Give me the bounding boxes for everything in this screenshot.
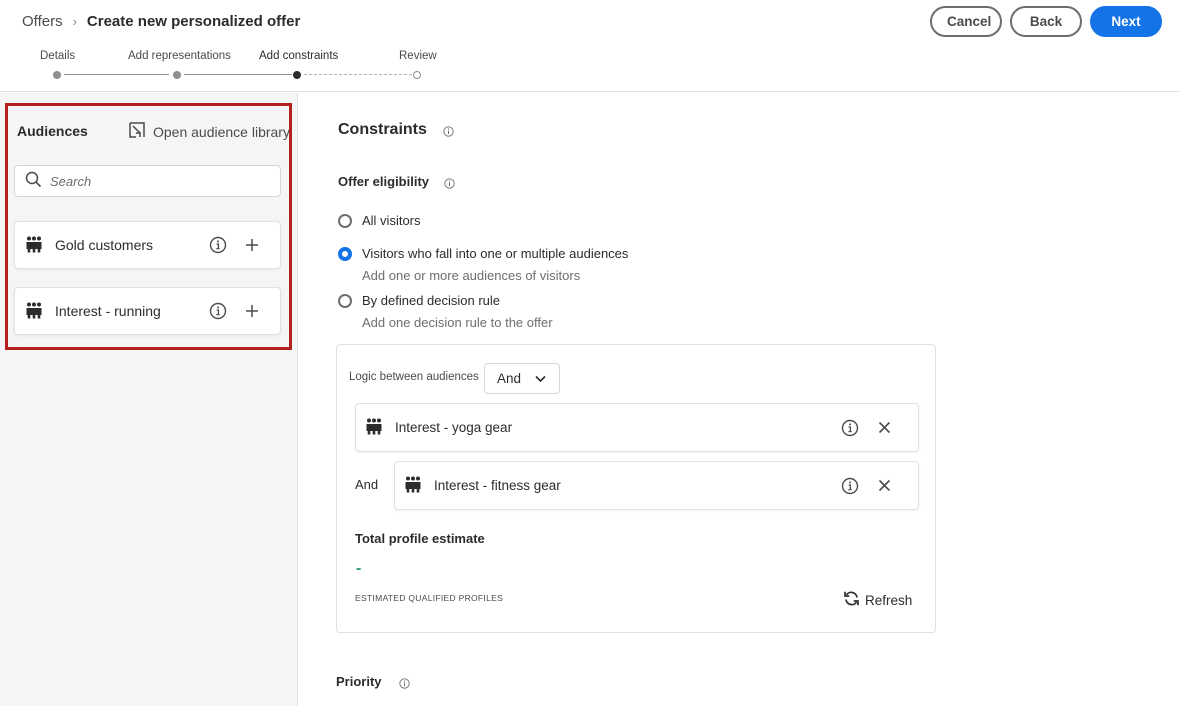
info-icon[interactable] (840, 476, 860, 496)
step-connector (64, 74, 169, 75)
priority-title: Priority (336, 674, 382, 689)
refresh-button[interactable]: Refresh (843, 590, 912, 610)
step-connector-pending (304, 74, 412, 75)
radio-visitors-in-audiences[interactable]: Visitors who fall into one or multiple a… (338, 246, 628, 261)
radio-description: Add one decision rule to the offer (362, 315, 553, 330)
audience-card-gold-customers[interactable]: Gold customers (14, 221, 281, 269)
open-external-icon (128, 121, 146, 142)
audiences-title: Audiences (17, 123, 88, 139)
header: Offers › Create new personalized offer C… (0, 0, 1180, 92)
estimated-profiles-caption: Estimated qualified profiles (355, 593, 504, 603)
step-review-label: Review (399, 50, 437, 62)
info-icon[interactable] (399, 676, 410, 692)
logic-between-audiences-label: Logic between audiences (349, 371, 479, 383)
logic-operator-dropdown[interactable]: And (484, 363, 560, 394)
audience-name: Interest - yoga gear (395, 420, 513, 435)
constraints-title: Constraints (338, 121, 427, 138)
radio-description: Add one or more audiences of visitors (362, 268, 581, 283)
next-button[interactable]: Next (1090, 6, 1162, 37)
audience-card-interest-running[interactable]: Interest - running (14, 287, 281, 335)
radio-all-visitors[interactable]: All visitors (338, 213, 421, 228)
step-review-dot (413, 71, 421, 79)
step-details-label: Details (40, 50, 76, 62)
step-constraints-dot (293, 71, 301, 79)
chevron-right-icon: › (72, 14, 77, 29)
info-icon[interactable] (443, 124, 454, 140)
step-details-dot (53, 71, 61, 79)
total-profile-estimate-title: Total profile estimate (355, 531, 485, 546)
radio-label: By defined decision rule (362, 293, 501, 308)
breadcrumb-offers-link[interactable]: Offers (22, 13, 63, 30)
add-audience-icon[interactable] (242, 235, 262, 255)
logic-operator-value: And (497, 371, 522, 386)
selected-audience-yoga-gear[interactable]: Interest - yoga gear (355, 403, 919, 452)
search-icon (25, 171, 42, 191)
step-representations-label: Add representations (128, 50, 231, 62)
audience-name: Interest - running (55, 303, 161, 319)
info-icon[interactable] (208, 301, 228, 321)
radio-label: All visitors (362, 213, 421, 228)
remove-audience-close-icon[interactable] (874, 476, 894, 496)
profile-estimate-value: - (356, 560, 362, 577)
audience-name: Interest - fitness gear (434, 478, 561, 493)
selected-audience-fitness-gear[interactable]: Interest - fitness gear (394, 461, 919, 510)
info-icon[interactable] (840, 418, 860, 438)
audience-people-icon (25, 301, 43, 322)
refresh-label: Refresh (865, 592, 913, 608)
audience-operator-label: And (355, 477, 379, 492)
chevron-down-icon (535, 371, 546, 386)
radio-button[interactable] (338, 293, 352, 308)
audience-people-icon (365, 417, 383, 438)
radio-label: Visitors who fall into one or multiple a… (362, 246, 629, 261)
breadcrumb: Offers › Create new personalized offer (22, 13, 300, 30)
audience-name: Gold customers (55, 237, 154, 253)
remove-audience-close-icon[interactable] (874, 418, 894, 438)
page-title: Create new personalized offer (86, 13, 301, 30)
info-icon[interactable] (208, 235, 228, 255)
step-connector (184, 74, 292, 75)
cancel-button[interactable]: Cancel (930, 6, 1002, 37)
audience-search-field[interactable] (14, 165, 281, 197)
step-representations-dot (173, 71, 181, 79)
radio-decision-rule[interactable]: By defined decision rule (338, 293, 500, 308)
search-input[interactable] (50, 173, 270, 189)
back-button[interactable]: Back (1010, 6, 1082, 37)
audience-people-icon (404, 475, 422, 496)
info-icon[interactable] (444, 176, 455, 192)
audience-people-icon (25, 235, 43, 256)
radio-button[interactable] (338, 213, 352, 228)
header-actions: Cancel Back Next (930, 6, 1162, 37)
refresh-icon (843, 590, 860, 610)
open-audience-library-link[interactable]: Open audience library (128, 121, 290, 142)
radio-button-selected[interactable] (338, 246, 352, 261)
step-constraints-label: Add constraints (259, 50, 339, 62)
wizard-steps: Details Add representations Add constrai… (40, 50, 460, 84)
add-audience-icon[interactable] (242, 301, 262, 321)
open-audience-library-label: Open audience library (153, 123, 290, 140)
offer-eligibility-title: Offer eligibility (338, 174, 430, 189)
